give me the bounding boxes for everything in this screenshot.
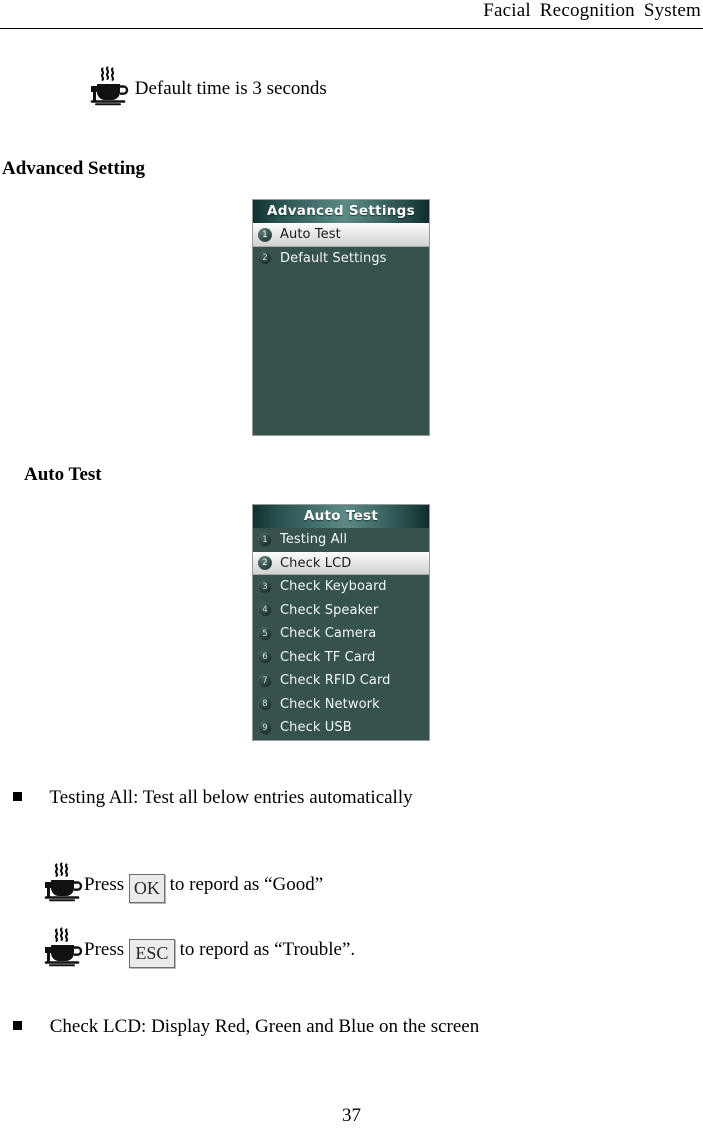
menu-item-check-usb[interactable]: 9 Check USB xyxy=(253,716,429,740)
device-empty-area xyxy=(253,270,429,435)
menu-item-check-camera[interactable]: 5 Check Camera xyxy=(253,622,429,646)
note-press-esc: Press ESC to repord as “Trouble”. xyxy=(40,927,355,968)
menu-badge-7: 7 xyxy=(258,673,272,688)
device-screen-advanced-settings: Advanced Settings 1 Auto Test 2 Default … xyxy=(252,199,430,436)
menu-badge-3: 3 xyxy=(258,579,272,594)
menu-item-check-speaker[interactable]: 4 Check Speaker xyxy=(253,599,429,623)
menu-item-check-network[interactable]: 8 Check Network xyxy=(253,693,429,717)
square-bullet-icon xyxy=(13,792,22,801)
menu-item-testing-all[interactable]: 1 Testing All xyxy=(253,528,429,552)
menu-item-label: Check USB xyxy=(280,720,352,736)
menu-badge-6: 6 xyxy=(258,650,272,665)
menu-item-label: Check TF Card xyxy=(280,649,376,665)
coffee-cup-icon xyxy=(40,927,84,967)
menu-item-label: Auto Test xyxy=(280,227,341,243)
menu-item-check-keyboard[interactable]: 3 Check Keyboard xyxy=(253,575,429,599)
menu-item-check-rfid-card[interactable]: 7 Check RFID Card xyxy=(253,669,429,693)
menu-badge-1: 1 xyxy=(258,227,272,242)
menu-item-label: Check Network xyxy=(280,696,380,712)
device-screen-auto-test: Auto Test 1 Testing All 2 Check LCD 3 Ch… xyxy=(252,504,430,741)
menu-item-default-settings[interactable]: 2 Default Settings xyxy=(253,247,429,271)
device-title-advanced-settings: Advanced Settings xyxy=(253,200,429,223)
menu-item-auto-test[interactable]: 1 Auto Test xyxy=(253,223,429,247)
note-default-time-text: Default time is 3 seconds xyxy=(134,78,327,99)
bullet-check-lcd-text: Check LCD: Display Red, Green and Blue o… xyxy=(49,1016,480,1037)
bullet-testing-all-text: Testing All: Test all below entries auto… xyxy=(49,787,413,808)
menu-item-label: Check Speaker xyxy=(280,602,379,618)
menu-item-label: Testing All xyxy=(280,532,348,548)
subheading-auto-test: Auto Test xyxy=(24,464,102,485)
menu-badge-5: 5 xyxy=(258,626,272,641)
menu-list-auto-test: 1 Testing All 2 Check LCD 3 Check Keyboa… xyxy=(253,528,429,740)
menu-badge-9: 9 xyxy=(258,720,272,735)
note-press-ok: Press OK to repord as “Good” xyxy=(40,862,323,903)
menu-item-label: Check Camera xyxy=(280,626,377,642)
esc-key-button[interactable]: ESC xyxy=(128,939,175,968)
menu-list-advanced-settings: 1 Auto Test 2 Default Settings xyxy=(253,223,429,270)
coffee-cup-icon xyxy=(40,862,84,902)
bullet-testing-all: Testing All: Test all below entries auto… xyxy=(13,787,413,809)
menu-item-label: Check LCD xyxy=(280,555,352,571)
menu-item-label: Check RFID Card xyxy=(280,673,391,689)
note-press-ok-prefix: Press xyxy=(84,874,125,895)
menu-item-check-lcd[interactable]: 2 Check LCD xyxy=(253,551,429,575)
menu-badge-2: 2 xyxy=(258,251,272,266)
ok-key-button[interactable]: OK xyxy=(128,874,165,903)
note-press-esc-prefix: Press xyxy=(84,939,125,960)
page-header: Facial Recognition System xyxy=(0,0,703,32)
menu-badge-4: 4 xyxy=(258,603,272,618)
menu-badge-2: 2 xyxy=(258,556,272,571)
coffee-cup-icon xyxy=(86,66,130,106)
note-default-time: Default time is 3 seconds xyxy=(86,66,327,106)
heading-advanced-setting: Advanced Setting xyxy=(2,158,146,179)
header-divider xyxy=(0,28,703,29)
note-press-ok-suffix: to repord as “Good” xyxy=(169,874,324,895)
bullet-check-lcd: Check LCD: Display Red, Green and Blue o… xyxy=(13,1016,479,1038)
menu-item-label: Check Keyboard xyxy=(280,579,387,595)
menu-item-label: Default Settings xyxy=(280,250,387,266)
square-bullet-icon xyxy=(13,1021,22,1030)
page-number: 37 xyxy=(342,1105,361,1126)
menu-badge-1: 1 xyxy=(258,532,272,547)
menu-item-check-tf-card[interactable]: 6 Check TF Card xyxy=(253,646,429,670)
device-title-auto-test: Auto Test xyxy=(253,505,429,528)
menu-badge-8: 8 xyxy=(258,697,272,712)
note-press-esc-suffix: to repord as “Trouble”. xyxy=(179,939,356,960)
page-header-title: Facial Recognition System xyxy=(483,0,701,21)
